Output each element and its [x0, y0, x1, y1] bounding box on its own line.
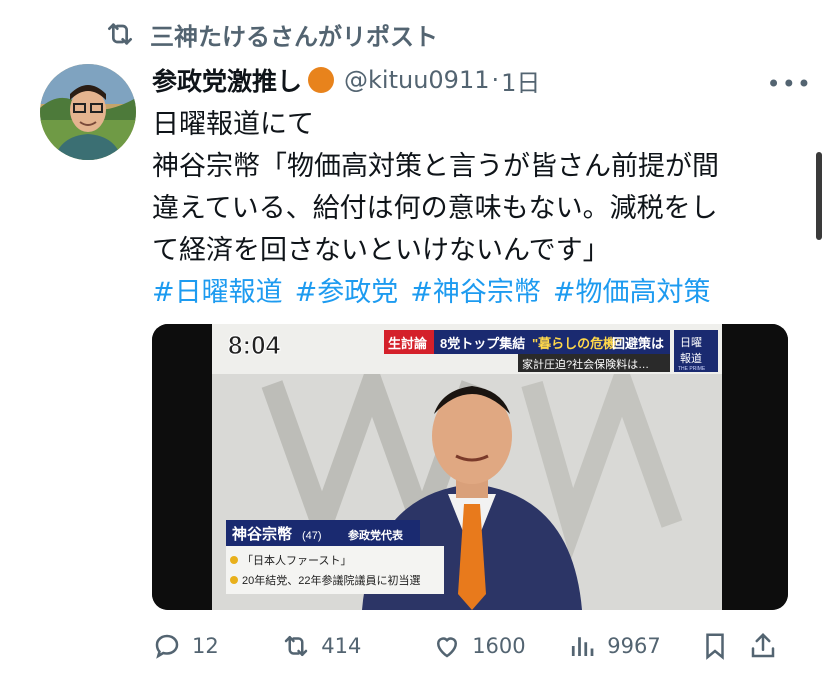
logo-top: 日曜 [680, 336, 702, 349]
reply-icon [155, 634, 179, 659]
like-button[interactable]: 1600 [432, 631, 567, 661]
tweet-media-image[interactable]: 8:04 生討論 8党トップ集結 "暮らしの危機" 回避策は 家計圧迫?社会保険… [152, 324, 788, 610]
caption-age: (47) [302, 530, 322, 542]
banner-text: 8党トップ集結 [440, 336, 525, 351]
heart-icon [437, 637, 458, 658]
logo-small: THE PRIME [678, 366, 706, 372]
repost-button[interactable]: 414 [281, 631, 432, 661]
hashtag-link[interactable]: #神谷宗幣 [410, 272, 541, 314]
author-handle[interactable]: @kituu0911 [344, 66, 489, 94]
action-bar: 12 414 1600 9967 [152, 620, 788, 672]
sub-banner: 家計圧迫?社会保険料は… [522, 357, 649, 371]
repost-text: 三神たけるさんがリポスト [150, 22, 438, 51]
share-button[interactable] [748, 631, 788, 661]
banner-emphasis: "暮らしの危機" [532, 336, 622, 351]
tweet-header: 参政党激推し @kituu0911 · 1日 ••• [152, 56, 811, 104]
caption-bullet-2: 20年結党、22年参議院議員に初当選 [242, 573, 420, 587]
views-button[interactable]: 9967 [567, 631, 700, 661]
tweet-line: て経済を回さないといけないんです」 [152, 235, 610, 266]
tweet-content[interactable]: 参政党激推し @kituu0911 · 1日 ••• 日曜報道にて 神谷宗幣「物… [152, 56, 811, 314]
bookmark-icon [706, 633, 725, 660]
repost-count: 414 [321, 634, 362, 658]
reply-count: 12 [192, 634, 219, 658]
bar-chart-icon [572, 637, 594, 656]
logo-bottom: 報道 [680, 351, 702, 365]
tweet-line: 神谷宗幣「物価高対策と言うが皆さん前提が間 [152, 151, 719, 182]
view-count: 9967 [607, 634, 661, 658]
tweet-text: 日曜報道にて 神谷宗幣「物価高対策と言うが皆さん前提が間 違えている、給付は何の… [152, 104, 792, 272]
orange-circle-badge-icon [308, 67, 335, 93]
bookmark-button[interactable] [700, 631, 748, 661]
author-name[interactable]: 参政党激推し [152, 62, 302, 98]
caption-name: 神谷宗幣 [232, 525, 292, 543]
tweet-line: 日曜報道にて [152, 109, 314, 140]
hashtags: #日曜報道 #参政党 #神谷宗幣 #物価高対策 [152, 272, 792, 314]
banner-tag: 生討論 [388, 336, 428, 351]
repost-icon [108, 23, 132, 45]
hashtag-link[interactable]: #参政党 [295, 272, 399, 314]
caption-bullet-1: 「日本人ファースト」 [242, 553, 351, 567]
caption-role: 参政党代表 [348, 528, 404, 542]
more-icon[interactable]: ••• [767, 70, 812, 98]
scrollbar[interactable] [816, 152, 822, 240]
banner-tail: 回避策は [612, 336, 664, 351]
repost-icon [284, 636, 308, 656]
like-count: 1600 [472, 634, 526, 658]
hashtag-link[interactable]: #日曜報道 [152, 272, 283, 314]
repost-indicator[interactable]: 三神たけるさんがリポスト [104, 14, 438, 54]
avatar[interactable] [40, 64, 136, 160]
broadcast-time: 8:04 [228, 330, 281, 360]
hashtag-link[interactable]: #物価高対策 [553, 272, 711, 314]
tweet-line: 違えている、給付は何の意味もない。減税をし [152, 193, 718, 224]
reply-button[interactable]: 12 [152, 631, 263, 661]
post-time[interactable]: 1日 [501, 63, 540, 98]
share-icon [751, 632, 775, 658]
separator-dot: · [491, 66, 500, 94]
